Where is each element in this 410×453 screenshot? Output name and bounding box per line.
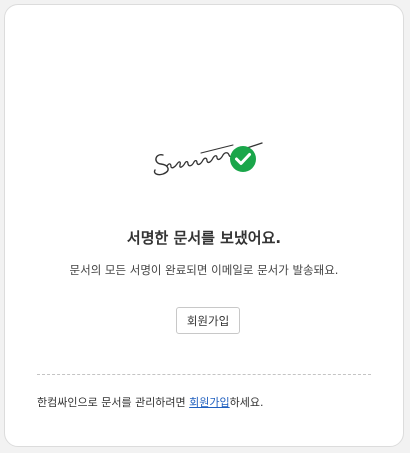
signup-button[interactable]: 회원가입 [176, 307, 240, 334]
dashed-divider [37, 374, 371, 375]
footer-text: 한컴싸인으로 문서를 관리하려면 회원가입하세요. [37, 394, 264, 410]
completion-card: 서명한 문서를 보냈어요. 문서의 모든 서명이 완료되면 이메일로 문서가 발… [4, 4, 404, 447]
footer-text-after: 하세요. [229, 396, 264, 409]
page-subtitle: 문서의 모든 서명이 완료되면 이메일로 문서가 발송돼요. [69, 263, 339, 277]
signature-check-icon [153, 142, 263, 176]
signup-link[interactable]: 회원가입 [189, 396, 229, 409]
footer-text-before: 한컴싸인으로 문서를 관리하려면 [37, 396, 190, 409]
page-title: 서명한 문서를 보냈어요. [126, 229, 282, 247]
